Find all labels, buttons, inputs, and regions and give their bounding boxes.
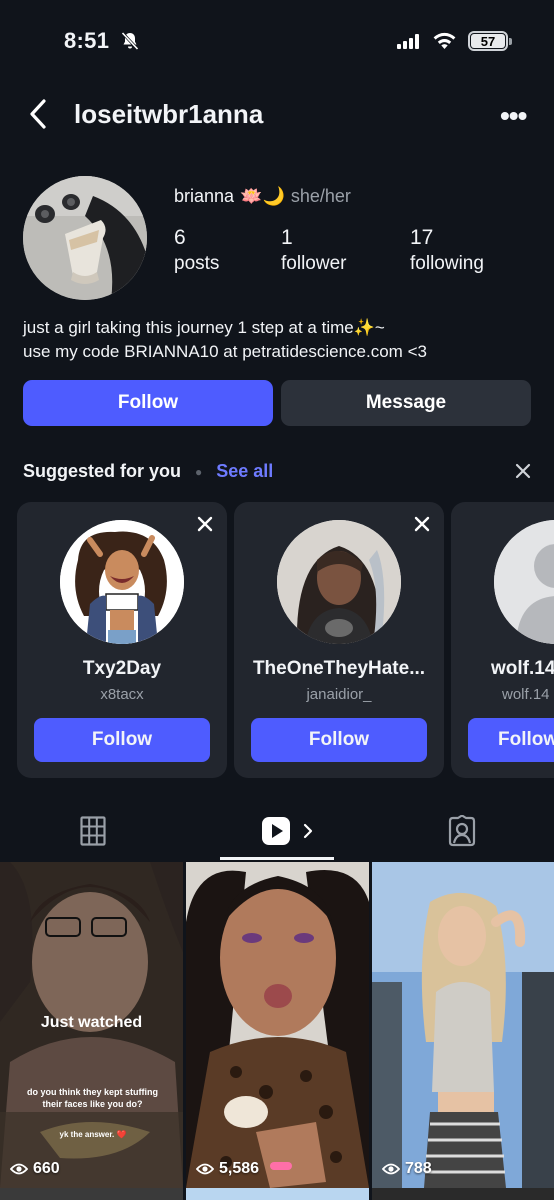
bio-line-1: just a girl taking this journey 1 step a…	[23, 318, 385, 337]
suggested-follow-button[interactable]: Follow	[251, 718, 427, 762]
suggested-name: TheOneTheyHate...	[252, 658, 426, 679]
suggested-follow-button[interactable]: Follow	[34, 718, 210, 762]
message-button[interactable]: Message	[281, 380, 531, 426]
view-count-value: 660	[33, 1160, 60, 1177]
default-avatar-icon[interactable]	[494, 520, 554, 644]
suggested-username: x8tacx	[100, 686, 144, 703]
stat-followers-count: 1	[281, 226, 293, 249]
suggested-name: wolf.14	[491, 658, 554, 679]
close-icon[interactable]	[414, 516, 430, 532]
video-thumbnail[interactable]: 788	[372, 862, 554, 1188]
suggested-card[interactable]: wolf.14 wolf.14 Follow	[451, 502, 554, 778]
stat-followers[interactable]: 1 follower	[281, 226, 346, 275]
chevron-right-icon[interactable]	[302, 823, 314, 839]
active-tab-indicator	[220, 857, 334, 860]
view-count: 5,586	[196, 1160, 259, 1178]
stat-posts[interactable]: 6 posts	[174, 226, 219, 275]
dismiss-suggestions-icon[interactable]	[514, 462, 532, 480]
stat-following-label: following	[410, 253, 484, 274]
follow-button[interactable]: Follow	[23, 380, 273, 426]
stat-posts-label: posts	[174, 253, 220, 274]
cellular-signal-icon	[397, 33, 419, 49]
silent-bell-icon	[121, 31, 139, 51]
video-caption: do you think they kept stuffing their fa…	[27, 1087, 158, 1109]
tagged-icon[interactable]	[446, 815, 478, 847]
stat-followers-label: follower	[281, 253, 347, 274]
content-tabs	[0, 800, 554, 862]
bio-line-2[interactable]: use my code BRIANNA10 at petratidescienc…	[23, 340, 427, 364]
battery-icon: 57	[468, 31, 508, 51]
battery-level: 57	[471, 34, 505, 49]
suggested-avatar[interactable]	[60, 520, 184, 644]
status-time: 8:51	[64, 28, 110, 53]
suggested-follow-button[interactable]: Follow	[468, 718, 554, 762]
profile-name-row: brianna 🪷🌙 she/her	[174, 186, 351, 207]
suggested-avatar[interactable]	[277, 520, 401, 644]
close-icon[interactable]	[197, 516, 213, 532]
stat-following[interactable]: 17 following	[410, 226, 484, 275]
video-thumbnail[interactable]: 5,586	[186, 862, 369, 1188]
profile-avatar[interactable]	[23, 176, 147, 300]
suggested-username: janaidior_	[306, 686, 372, 703]
just-watched-label: Just watched	[40, 1014, 143, 1031]
eye-icon	[382, 1163, 400, 1175]
suggested-header: Suggested for you ● See all	[23, 461, 273, 482]
profile-bio: just a girl taking this journey 1 step a…	[23, 316, 427, 364]
suggested-title: Suggested for you	[23, 461, 182, 481]
header-username: loseitwbr1anna	[74, 99, 264, 129]
stat-posts-count: 6	[174, 226, 186, 249]
profile-name: brianna	[174, 186, 235, 206]
separator-dot: ●	[195, 464, 203, 479]
profile-pronouns: she/her	[290, 186, 351, 206]
more-options-icon[interactable]: •••	[500, 100, 527, 132]
view-count-value: 5,586	[219, 1160, 260, 1177]
next-row-thumbnails	[0, 1188, 554, 1200]
view-count: 788	[382, 1160, 432, 1178]
see-all-link[interactable]: See all	[216, 461, 273, 482]
grid-icon[interactable]	[80, 816, 106, 846]
profile-header: loseitwbr1anna •••	[0, 90, 554, 140]
view-count: 660	[10, 1160, 60, 1178]
video-thumbnail[interactable]: Just watched do you think they kept stuf…	[0, 862, 183, 1188]
back-chevron-icon[interactable]	[26, 98, 52, 130]
wifi-icon	[433, 32, 456, 49]
eye-icon	[10, 1163, 28, 1175]
suggested-username: wolf.14	[502, 686, 550, 703]
stat-following-count: 17	[410, 226, 434, 249]
name-emojis: 🪷🌙	[240, 186, 285, 206]
suggested-card[interactable]: TheOneTheyHate... janaidior_ Follow	[234, 502, 444, 778]
video-grid: Just watched do you think they kept stuf…	[0, 862, 554, 1200]
video-caption-2: yk the answer. ❤️	[59, 1130, 127, 1139]
suggested-card[interactable]: Txy2Day x8tacx Follow	[17, 502, 227, 778]
suggested-name: Txy2Day	[82, 658, 162, 679]
status-bar: 8:51 57	[0, 0, 554, 80]
view-count-value: 788	[405, 1160, 432, 1177]
reels-icon[interactable]	[261, 816, 291, 846]
eye-icon	[196, 1163, 214, 1175]
